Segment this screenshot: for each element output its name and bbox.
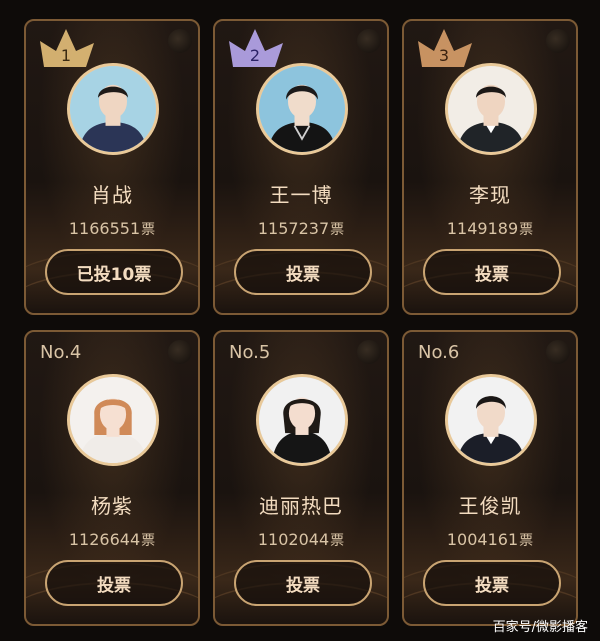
candidate-name: 迪丽热巴 bbox=[259, 494, 343, 518]
vote-count: 1166551票 bbox=[68, 219, 156, 238]
decor-orb bbox=[357, 29, 381, 53]
vote-count: 1149189票 bbox=[446, 219, 534, 238]
avatar bbox=[445, 63, 537, 155]
vote-button[interactable]: 已投10票 bbox=[45, 249, 183, 295]
vote-count: 1004161票 bbox=[446, 530, 534, 549]
vote-button[interactable]: 投票 bbox=[45, 560, 183, 606]
crown-rank-3-icon: 3 bbox=[418, 29, 472, 67]
crown-rank-number: 2 bbox=[250, 46, 260, 65]
vote-count: 1157237票 bbox=[257, 219, 345, 238]
candidate-name: 王一博 bbox=[269, 183, 333, 207]
decor-orb bbox=[168, 29, 192, 53]
candidate-card-3: 3 李现 1149189票 投票 bbox=[402, 19, 578, 315]
vote-button[interactable]: 投票 bbox=[234, 249, 372, 295]
candidate-card-6: No.6 王俊凯 1004161票 投票 bbox=[402, 330, 578, 626]
candidate-card-1: 1 肖战 1166551票 已投10票 bbox=[24, 19, 200, 315]
crown-rank-1-icon: 1 bbox=[40, 29, 94, 67]
crown-rank-number: 1 bbox=[61, 46, 71, 65]
avatar bbox=[67, 374, 159, 466]
watermark: 百家号/微影播客 bbox=[492, 620, 588, 635]
candidate-card-4: No.4 杨紫 1126644票 投票 bbox=[24, 330, 200, 626]
rank-label: No.4 bbox=[40, 342, 82, 363]
crown-rank-2-icon: 2 bbox=[229, 29, 283, 67]
candidate-name: 肖战 bbox=[91, 183, 133, 207]
decor-orb bbox=[168, 340, 192, 364]
candidate-card-2: 2 王一博 1157237票 投票 bbox=[213, 19, 389, 315]
crown-rank-number: 3 bbox=[439, 46, 449, 65]
rank-label: No.5 bbox=[229, 342, 271, 363]
candidate-name: 李现 bbox=[469, 183, 511, 207]
candidate-name: 杨紫 bbox=[91, 494, 133, 518]
candidate-card-5: No.5 迪丽热巴 1102044票 投票 bbox=[213, 330, 389, 626]
decor-orb bbox=[546, 29, 570, 53]
decor-orb bbox=[357, 340, 381, 364]
candidate-name: 王俊凯 bbox=[458, 494, 522, 518]
avatar bbox=[67, 63, 159, 155]
vote-count: 1126644票 bbox=[68, 530, 156, 549]
decor-orb bbox=[546, 340, 570, 364]
vote-button[interactable]: 投票 bbox=[423, 560, 561, 606]
avatar bbox=[256, 63, 348, 155]
avatar bbox=[445, 374, 537, 466]
rank-label: No.6 bbox=[418, 342, 460, 363]
vote-button[interactable]: 投票 bbox=[234, 560, 372, 606]
vote-button[interactable]: 投票 bbox=[423, 249, 561, 295]
avatar bbox=[256, 374, 348, 466]
vote-count: 1102044票 bbox=[257, 530, 345, 549]
